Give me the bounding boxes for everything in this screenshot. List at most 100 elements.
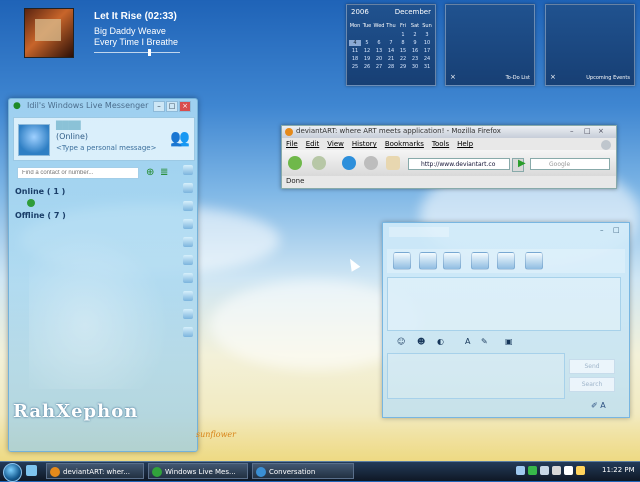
emoticon-icon[interactable]: ☺ [397,337,405,346]
go-icon[interactable]: ▶ [518,158,528,170]
messenger-window[interactable]: ● Idil's Windows Live Messenger – □ × ██… [8,98,198,452]
minimize-button[interactable]: – [153,101,165,112]
maximize-button[interactable]: □ [166,101,178,112]
nudge-icon[interactable]: ◐ [437,337,444,346]
menu-help[interactable]: Help [457,140,473,148]
calendar-date[interactable]: 14 [385,48,397,54]
seek-bar[interactable] [94,52,180,53]
start-button[interactable] [3,463,22,482]
url-input[interactable]: http://www.deviantart.co [408,158,510,170]
tray-icon[interactable] [576,466,585,475]
maximize-button[interactable]: □ [613,226,620,234]
send-file-icon[interactable] [419,252,437,270]
calendar-date[interactable] [385,32,397,38]
wink-icon[interactable]: ☻ [417,337,425,346]
calendar-date[interactable]: 13 [373,48,385,54]
menu-bookmarks[interactable]: Bookmarks [385,140,424,148]
close-button[interactable]: × [179,101,191,112]
calendar-date[interactable]: 4 [349,40,361,46]
messenger-tray-icon[interactable] [528,466,537,475]
quick-launch-icon[interactable] [26,465,37,476]
contacts-icon[interactable]: 👥 [170,128,190,147]
font-icon[interactable]: A [465,337,470,346]
seek-knob[interactable] [148,49,151,56]
close-button[interactable]: × [598,127,604,135]
tray-icon[interactable] [516,466,525,475]
calendar-date[interactable]: 12 [361,48,373,54]
add-contact-icon[interactable]: ⊕ [146,167,154,178]
calendar-date[interactable] [361,32,373,38]
calendar-date[interactable]: 3 [421,32,433,38]
calendar-date[interactable]: 20 [373,56,385,62]
close-icon[interactable]: × [550,73,556,81]
calendar-date[interactable]: 10 [421,40,433,46]
reload-icon[interactable] [342,156,356,170]
calendar-date[interactable]: 31 [421,64,433,70]
calendar-date[interactable]: 6 [373,40,385,46]
calendar-gadget[interactable]: 2006 December Mon Tue Wed Thu Fri Sat Su… [346,4,436,86]
clock[interactable]: 11:22 PM [602,466,635,474]
call-icon[interactable] [471,252,489,270]
calendar-date[interactable]: 29 [397,64,409,70]
mail-icon[interactable] [183,183,193,193]
calendar-date[interactable]: 22 [397,56,409,62]
network-icon[interactable] [540,466,549,475]
calendar-date[interactable]: 5 [361,40,373,46]
send-button[interactable]: Send [569,359,615,374]
calendar-date[interactable]: 25 [349,64,361,70]
invite-contact-icon[interactable] [393,252,411,270]
home-icon[interactable] [386,156,400,170]
back-icon[interactable] [288,156,302,170]
calendar-date[interactable]: 16 [409,48,421,54]
games-icon[interactable] [183,273,193,283]
online-contact[interactable] [27,199,117,207]
personal-message[interactable]: <Type a personal message> [56,144,156,152]
settings-icon[interactable] [183,327,193,337]
background-icon[interactable]: ▣ [505,337,513,346]
minimize-button[interactable]: – [570,127,574,135]
calendar-date[interactable]: 26 [361,64,373,70]
calendar-date[interactable]: 2 [409,32,421,38]
firefox-titlebar[interactable]: deviantART: where ART meets application!… [282,126,616,138]
calendar-date[interactable]: 24 [421,56,433,62]
handwriting-tab-icon[interactable]: ✐ A [591,401,606,410]
calendar-date[interactable]: 19 [361,56,373,62]
video-call-icon[interactable] [443,252,461,270]
calendar-date[interactable]: 23 [409,56,421,62]
calendar-date[interactable]: 18 [349,56,361,62]
task-messenger[interactable]: Windows Live Mes... [148,463,248,479]
menu-view[interactable]: View [327,140,344,148]
calendar-date[interactable]: 15 [397,48,409,54]
online-status[interactable]: (Online) [56,132,88,141]
menu-tools[interactable]: Tools [432,140,449,148]
task-firefox[interactable]: deviantART: wher... [46,463,144,479]
handwriting-icon[interactable]: ✎ [481,337,488,346]
avatar[interactable] [18,124,50,156]
volume-icon[interactable] [552,466,561,475]
calendar-date[interactable]: 28 [385,64,397,70]
upcoming-events-gadget[interactable]: × Upcoming Events [545,4,635,86]
calendar-date[interactable] [349,32,361,38]
space-icon[interactable] [183,201,193,211]
display-name[interactable]: ████ [56,121,81,130]
firefox-window[interactable]: deviantART: where ART meets application!… [281,125,617,189]
calendar-date[interactable]: 11 [349,48,361,54]
calendar-date[interactable]: 21 [385,56,397,62]
share-folder-icon[interactable] [497,252,515,270]
group-online[interactable]: Online ( 1 ) [15,187,65,196]
calendar-date[interactable] [373,32,385,38]
menu-edit[interactable]: Edit [306,140,320,148]
music-icon[interactable] [183,291,193,301]
task-conversation[interactable]: Conversation [252,463,354,479]
calendar-date[interactable]: 9 [409,40,421,46]
menu-file[interactable]: File [286,140,298,148]
calendar-date[interactable]: 7 [385,40,397,46]
search-button[interactable]: Search [569,377,615,392]
calendar-date[interactable]: 8 [397,40,409,46]
sort-icon[interactable]: ≣ [160,167,168,178]
todo-list-gadget[interactable]: × To-Do List [445,4,535,86]
photos-icon[interactable] [183,255,193,265]
block-contact-icon[interactable] [525,252,543,270]
close-icon[interactable]: × [450,73,456,81]
messenger-titlebar[interactable]: ● Idil's Windows Live Messenger – □ × [9,99,197,113]
